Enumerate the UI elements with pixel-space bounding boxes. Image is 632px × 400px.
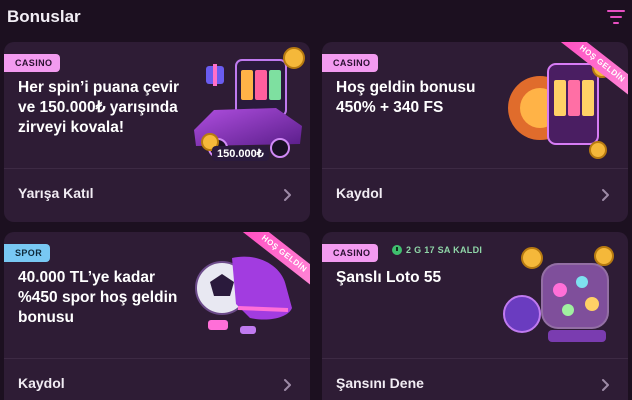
try-luck-button[interactable]: Şansını Dene — [322, 359, 628, 400]
action-label: Şansını Dene — [336, 375, 424, 391]
card-content: CASINO Her spin’i puana çevir ve 150.000… — [4, 42, 310, 168]
page-title: Bonuslar — [7, 7, 81, 26]
register-button[interactable]: Kaydol — [322, 169, 628, 222]
action-label: Yarışa Katıl — [18, 185, 94, 201]
join-race-button[interactable]: Yarışa Katıl — [4, 169, 310, 222]
card-content: CASINO 2 G 17 SA KALDI Şanslı Loto 55 — [322, 232, 628, 358]
card-content: SPOR 40.000 TL’ye kadar %450 spor hoş ge… — [4, 232, 310, 358]
card-title: Hoş geldin bonusu 450% + 340 FS — [336, 79, 476, 116]
chevron-right-icon — [602, 379, 609, 391]
action-label: Kaydol — [18, 375, 65, 391]
card-title: 40.000 TL’ye kadar %450 spor hoş geldin … — [18, 269, 178, 326]
countdown-timer: 2 G 17 SA KALDI — [392, 245, 482, 255]
card-title: Her spin’i puana çevir ve 150.000₺ yarış… — [18, 79, 180, 136]
filter-button[interactable] — [606, 8, 626, 26]
bonus-card-welcome-casino: CASINO Hoş geldin bonusu 450% + 340 FS H… — [322, 42, 628, 222]
prize-label: 150.000₺ — [212, 146, 269, 161]
category-badge: CASINO — [322, 54, 379, 72]
chevron-right-icon — [284, 189, 291, 201]
card-title: Şanslı Loto 55 — [336, 269, 442, 286]
category-badge: SPOR — [4, 244, 51, 262]
category-badge: CASINO — [4, 54, 61, 72]
clock-icon — [392, 245, 402, 255]
bonus-card-tournament: CASINO Her spin’i puana çevir ve 150.000… — [4, 42, 310, 222]
card-content: CASINO Hoş geldin bonusu 450% + 340 FS H… — [322, 42, 628, 168]
register-button[interactable]: Kaydol — [4, 359, 310, 400]
chevron-right-icon — [284, 379, 291, 391]
bonus-card-lottery: CASINO 2 G 17 SA KALDI Şanslı Loto 55 Şa… — [322, 232, 628, 400]
page-header: Bonuslar — [0, 0, 632, 36]
chevron-right-icon — [602, 189, 609, 201]
countdown-text: 2 G 17 SA KALDI — [406, 245, 483, 255]
filter-lines-icon — [607, 10, 625, 24]
lottery-drum-icon — [502, 238, 622, 356]
action-label: Kaydol — [336, 185, 383, 201]
bonus-card-welcome-sport: SPOR 40.000 TL’ye kadar %450 spor hoş ge… — [4, 232, 310, 400]
category-badge: CASINO — [322, 244, 379, 262]
